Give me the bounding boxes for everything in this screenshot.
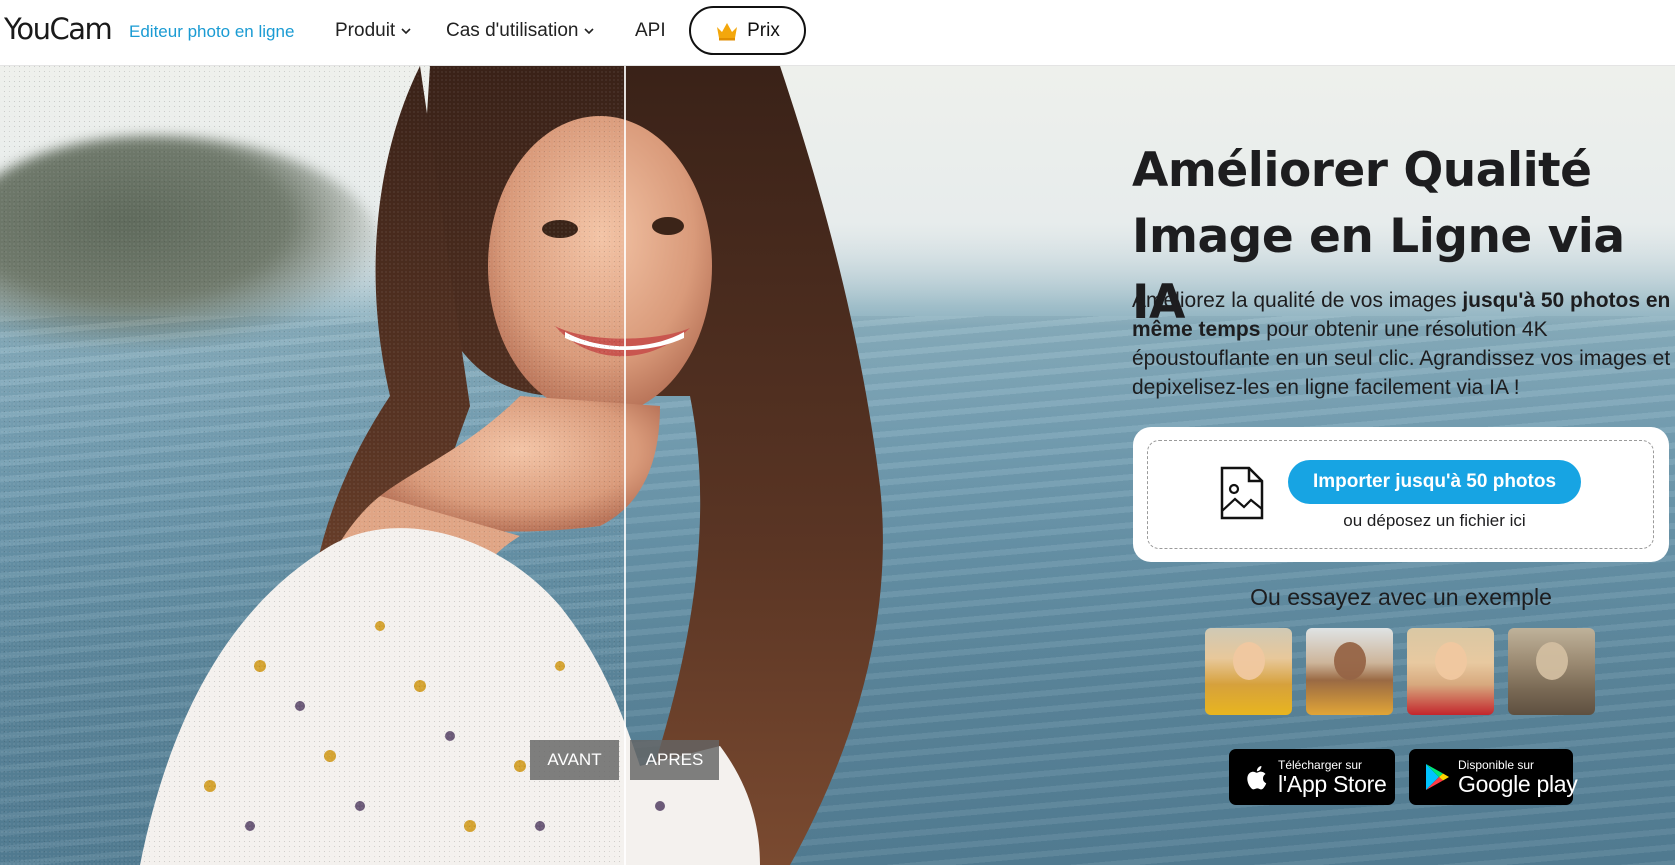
pricing-button[interactable]: Prix — [689, 6, 806, 55]
app-store-big-text: l'App Store — [1278, 771, 1387, 797]
google-play-small-text: Disponible sur — [1458, 758, 1535, 772]
example-thumbnail[interactable] — [1407, 628, 1494, 715]
before-label: AVANT — [530, 740, 619, 780]
import-photos-button[interactable]: Importer jusqu'à 50 photos — [1288, 460, 1581, 504]
app-store-button[interactable]: Télécharger sur l'App Store — [1229, 749, 1395, 805]
description-part-1: Améliorez la qualité de vos images — [1132, 289, 1463, 312]
logo-tagline[interactable]: Editeur photo en ligne — [129, 22, 294, 42]
site-header: YouCam Editeur photo en ligne Produit Ca… — [0, 0, 1675, 66]
example-face — [1536, 642, 1568, 680]
apple-icon — [1247, 766, 1267, 790]
logo[interactable]: YouCam — [4, 12, 113, 46]
pricing-label: Prix — [747, 19, 780, 41]
chevron-down-icon — [401, 28, 411, 35]
after-label: APRES — [630, 740, 719, 780]
nav-produit[interactable]: Produit — [335, 20, 411, 42]
example-face — [1435, 642, 1467, 680]
google-play-big-text: Google play — [1458, 771, 1578, 797]
google-play-icon — [1426, 764, 1449, 790]
page-description: Améliorez la qualité de vos images jusqu… — [1132, 286, 1672, 402]
nav-produit-label: Produit — [335, 20, 396, 41]
upload-card: Importer jusqu'à 50 photos ou déposez un… — [1133, 427, 1669, 562]
google-play-button[interactable]: Disponible sur Google play — [1409, 749, 1578, 805]
nav-cas-utilisation[interactable]: Cas d'utilisation — [446, 20, 595, 42]
chevron-down-icon — [584, 28, 595, 35]
example-face — [1334, 642, 1366, 680]
compare-slider-handle[interactable] — [624, 66, 626, 865]
image-file-icon — [1220, 466, 1264, 520]
nav-api-label: API — [635, 20, 666, 41]
example-thumbnail[interactable] — [1205, 628, 1292, 715]
example-thumbnail[interactable] — [1306, 628, 1393, 715]
crown-icon — [717, 22, 738, 40]
app-store-small-text: Télécharger sur — [1278, 758, 1363, 772]
drop-hint: ou déposez un fichier ici — [1343, 511, 1526, 530]
examples-title: Ou essayez avec un exemple — [1250, 584, 1552, 610]
nav-api[interactable]: API — [635, 20, 666, 42]
example-face — [1233, 642, 1265, 680]
nav-cas-utilisation-label: Cas d'utilisation — [446, 20, 579, 41]
example-thumbnail[interactable] — [1508, 628, 1595, 715]
